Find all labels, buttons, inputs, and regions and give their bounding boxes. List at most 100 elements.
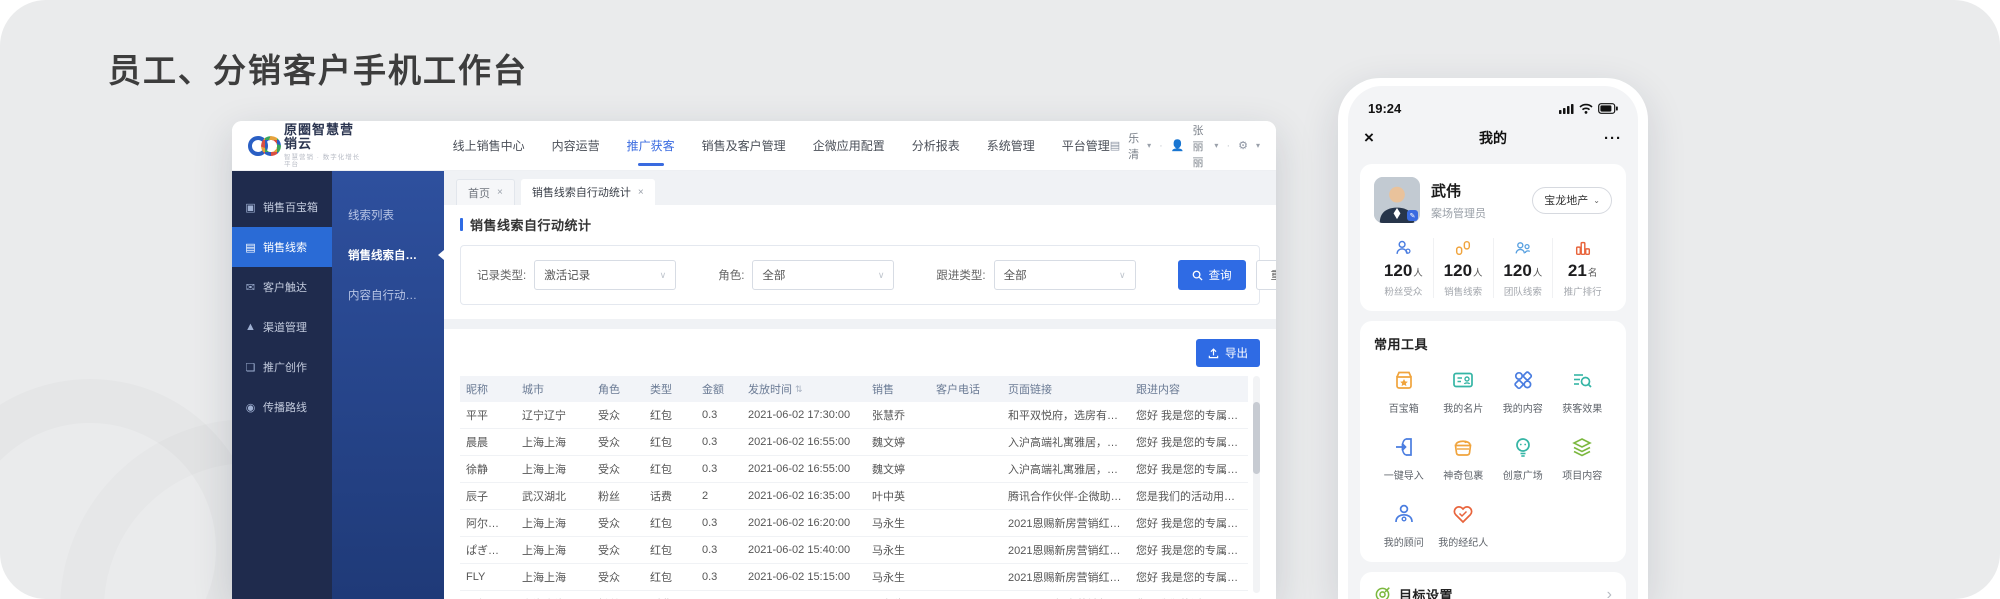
table-row: 阿尔法女孩上海上海受众红包0.32021-06-02 16:20:00马永生20… bbox=[460, 510, 1248, 537]
table-header: 昵称 城市 角色 类型 金额 发放时间⇅ 销售 客户电话 页面链接 跟进内容 bbox=[460, 376, 1248, 402]
battery-icon bbox=[1598, 103, 1618, 114]
nav-item-analytics[interactable]: 分析报表 bbox=[912, 121, 960, 171]
layers-icon bbox=[1570, 435, 1594, 459]
record-type-select[interactable]: 激活记录 ∨ bbox=[534, 260, 676, 290]
channel-icon: ▲ bbox=[244, 321, 257, 333]
leads-icon: ▤ bbox=[244, 241, 257, 254]
nav-item-sales-customer[interactable]: 销售及客户管理 bbox=[702, 121, 786, 171]
project-icon: ▤ bbox=[1110, 139, 1120, 152]
treasure-box-icon: ▣ bbox=[244, 201, 257, 214]
wifi-icon bbox=[1579, 103, 1593, 114]
tab-home[interactable]: 首页 × bbox=[456, 179, 515, 205]
avatar[interactable]: ✎ bbox=[1374, 177, 1420, 223]
table-scrollbar[interactable] bbox=[1253, 376, 1260, 593]
chevron-down-icon: ⌄ bbox=[1593, 196, 1600, 205]
tool-acquisition-effect[interactable]: 获客效果 bbox=[1553, 367, 1613, 415]
profile-card: ✎ 武伟 案场管理员 宝龙地产 ⌄ bbox=[1360, 164, 1626, 311]
effect-search-icon bbox=[1570, 368, 1594, 392]
tool-treasure-box[interactable]: 百宝箱 bbox=[1374, 367, 1434, 415]
tool-my-card[interactable]: 我的名片 bbox=[1434, 367, 1494, 415]
sidebar-item-creation[interactable]: ❏ 推广创作 bbox=[232, 347, 332, 387]
parcel-icon bbox=[1451, 435, 1475, 459]
filter-label: 角色: bbox=[718, 267, 744, 283]
filter-bar: 记录类型: 激活记录 ∨ 角色: 全部 ∨ bbox=[460, 245, 1260, 305]
profile-role: 案场管理员 bbox=[1431, 205, 1486, 221]
subitem-content-self-action[interactable]: 内容自行动… bbox=[332, 275, 444, 315]
title-accent-bar bbox=[460, 218, 463, 231]
page-head: 销售线索自行动统计 记录类型: 激活记录 ∨ 角色: bbox=[444, 205, 1276, 319]
signal-icon bbox=[1559, 103, 1574, 114]
scrollbar-thumb[interactable] bbox=[1253, 402, 1260, 474]
goal-setting-label: 目标设置 bbox=[1399, 585, 1453, 599]
tools-title: 常用工具 bbox=[1374, 334, 1612, 353]
subitem-leads-list[interactable]: 线索列表 bbox=[332, 195, 444, 235]
status-time: 19:24 bbox=[1368, 101, 1401, 116]
chevron-down-icon: ∨ bbox=[878, 270, 885, 281]
nav-item-content-ops[interactable]: 内容运营 bbox=[552, 121, 600, 171]
nav-item-wecom-config[interactable]: 企微应用配置 bbox=[813, 121, 885, 171]
export-icon bbox=[1208, 348, 1219, 359]
table-row: 徐静上海上海受众红包0.32021-06-02 16:55:00魏文婷入沪高端礼… bbox=[460, 456, 1248, 483]
stat-team-leads[interactable]: 120人 团队线索 bbox=[1493, 238, 1553, 298]
chevron-down-icon: ▾ bbox=[1214, 141, 1218, 150]
phone-page-title: 我的 bbox=[1348, 128, 1638, 148]
target-icon bbox=[1374, 586, 1391, 599]
followup-type-select[interactable]: 全部 ∨ bbox=[994, 260, 1136, 290]
idea-bulb-icon bbox=[1511, 435, 1535, 459]
search-button[interactable]: 查询 bbox=[1178, 260, 1246, 290]
stat-fans[interactable]: 120人 粉丝受众 bbox=[1374, 238, 1433, 298]
tool-my-agent[interactable]: 我的经纪人 bbox=[1434, 501, 1494, 549]
user-icon: 👤 bbox=[1171, 139, 1185, 152]
leads-track-icon bbox=[1454, 239, 1472, 257]
sortable-column[interactable]: 发放时间⇅ bbox=[742, 381, 866, 397]
agent-heart-icon bbox=[1451, 502, 1475, 526]
role-select[interactable]: 全部 ∨ bbox=[752, 260, 894, 290]
gear-icon[interactable]: ⚙ bbox=[1238, 139, 1248, 152]
close-icon[interactable]: × bbox=[497, 187, 503, 198]
org-selector[interactable]: 宝龙地产 ⌄ bbox=[1532, 187, 1612, 214]
chevron-down-icon: ∨ bbox=[1119, 270, 1126, 281]
goal-setting-card[interactable]: 目标设置 › bbox=[1360, 572, 1626, 599]
sidebar-item-route[interactable]: ◉ 传播路线 bbox=[232, 387, 332, 427]
search-icon bbox=[1192, 270, 1203, 281]
primary-sidebar: ▣ 销售百宝箱 ▤ 销售线索 ✉ 客户触达 ▲ 渠道管理 ❏ 推广创作 bbox=[232, 171, 332, 599]
tool-my-advisor[interactable]: 我的顾问 bbox=[1374, 501, 1434, 549]
sidebar-item-channel[interactable]: ▲ 渠道管理 bbox=[232, 307, 332, 347]
nav-item-promotion[interactable]: 推广获客 bbox=[627, 121, 675, 171]
reset-button[interactable]: 重置 bbox=[1256, 260, 1276, 290]
content-grid-icon bbox=[1511, 368, 1535, 392]
user-menu[interactable]: 张丽丽 bbox=[1193, 122, 1207, 170]
project-select[interactable]: 乐清 bbox=[1128, 130, 1139, 162]
name-card-icon bbox=[1451, 368, 1475, 392]
tool-my-content[interactable]: 我的内容 bbox=[1493, 367, 1553, 415]
stat-sales-leads[interactable]: 120人 销售线索 bbox=[1433, 238, 1493, 298]
logo-name: 原圈智慧营销云 bbox=[284, 123, 365, 152]
tool-magic-parcel[interactable]: 神奇包裹 bbox=[1434, 434, 1494, 482]
close-icon[interactable]: × bbox=[638, 187, 644, 198]
export-button[interactable]: 导出 bbox=[1196, 339, 1260, 367]
route-icon: ◉ bbox=[244, 401, 257, 414]
creation-icon: ❏ bbox=[244, 361, 257, 374]
sidebar-item-customer-reach[interactable]: ✉ 客户触达 bbox=[232, 267, 332, 307]
chevron-down-icon: ∨ bbox=[660, 270, 667, 281]
tool-project-content[interactable]: 项目内容 bbox=[1553, 434, 1613, 482]
tool-idea-plaza[interactable]: 创意广场 bbox=[1493, 434, 1553, 482]
stage-background: 员工、分销客户手机工作台 原圈智慧营销云 智慧营销 · 数字化增长平台 线上销售… bbox=[0, 0, 2000, 599]
fans-icon bbox=[1394, 239, 1412, 257]
logo-tagline: 智慧营销 · 数字化增长平台 bbox=[284, 154, 365, 168]
main-nav: 线上销售中心 内容运营 推广获客 销售及客户管理 企微应用配置 分析报表 系统管… bbox=[453, 121, 1110, 171]
phone-mockup: 19:24 × 我的 ··· bbox=[1338, 78, 1648, 599]
ranking-icon bbox=[1574, 239, 1592, 257]
import-icon bbox=[1392, 435, 1416, 459]
table-row: 阿尔法女孩上海上海粉丝话费22021-06-02 15:10:00马永生2021… bbox=[460, 591, 1248, 599]
nav-item-platform[interactable]: 平台管理 bbox=[1062, 121, 1110, 171]
nav-item-online-sales[interactable]: 线上销售中心 bbox=[453, 121, 525, 171]
subitem-leads-self-action[interactable]: 销售线索自… bbox=[332, 235, 444, 275]
sidebar-item-treasure-box[interactable]: ▣ 销售百宝箱 bbox=[232, 187, 332, 227]
tab-current[interactable]: 销售线索自行动统计 × bbox=[521, 179, 655, 205]
sidebar-item-sales-leads[interactable]: ▤ 销售线索 bbox=[232, 227, 332, 267]
tool-one-key-import[interactable]: 一键导入 bbox=[1374, 434, 1434, 482]
app-logo[interactable]: 原圈智慧营销云 智慧营销 · 数字化增长平台 bbox=[248, 123, 365, 168]
stat-ranking[interactable]: 21名 推广排行 bbox=[1552, 238, 1612, 298]
nav-item-system[interactable]: 系统管理 bbox=[987, 121, 1035, 171]
